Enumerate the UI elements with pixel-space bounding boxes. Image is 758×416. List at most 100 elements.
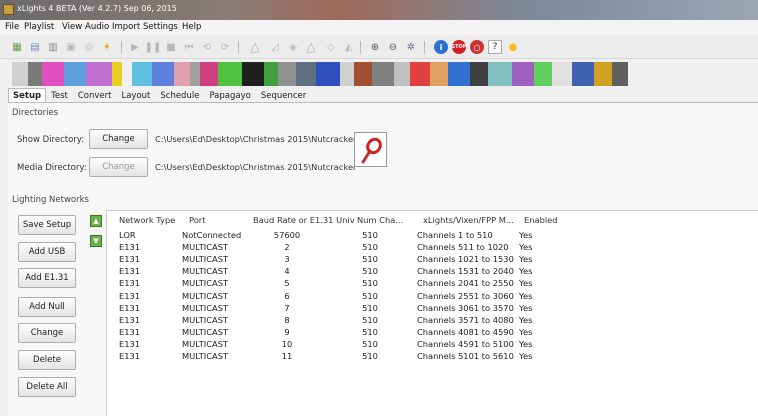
effect-swatch[interactable] bbox=[264, 62, 278, 86]
effect-swatch[interactable] bbox=[132, 62, 152, 86]
diamond-icon[interactable]: ◇ bbox=[324, 40, 338, 54]
effect-swatch[interactable] bbox=[512, 62, 534, 86]
settings-icon[interactable]: ✲ bbox=[404, 40, 418, 54]
effect-swatch[interactable] bbox=[28, 62, 42, 86]
effect-swatch[interactable] bbox=[354, 62, 372, 86]
tab-papagayo[interactable]: Papagayo bbox=[204, 88, 255, 103]
column-header-network-type[interactable]: Network Type bbox=[119, 215, 175, 225]
menu-help[interactable]: Help bbox=[182, 22, 201, 32]
tab-layout[interactable]: Layout bbox=[116, 88, 155, 103]
add-e131-button[interactable]: Add E1.31 bbox=[18, 268, 76, 288]
move-up-icon[interactable]: ▲ bbox=[90, 215, 102, 227]
column-header-mapping[interactable]: xLights/Vixen/FPP M... bbox=[423, 215, 514, 225]
effect-swatch[interactable] bbox=[278, 62, 296, 86]
repeat-icon[interactable]: ⟳ bbox=[218, 40, 232, 54]
zoom-out-icon[interactable]: ⊖ bbox=[386, 40, 400, 54]
change-media-directory-button[interactable]: Change bbox=[89, 157, 148, 177]
help-icon[interactable]: ? bbox=[488, 40, 502, 54]
tab-setup[interactable]: Setup bbox=[8, 88, 47, 103]
effect-swatch[interactable] bbox=[594, 62, 612, 86]
effect-swatch[interactable] bbox=[448, 62, 470, 86]
tab-convert[interactable]: Convert bbox=[73, 88, 117, 103]
pause-icon[interactable]: ❚❚ bbox=[145, 40, 162, 54]
fade-icon[interactable]: ◭ bbox=[342, 40, 356, 54]
table-row[interactable]: E131 MULTICAST 5 510 Channels 2041 to 2550 Ye… bbox=[107, 278, 747, 290]
triangle-outline-icon[interactable]: △ bbox=[304, 40, 318, 55]
table-row[interactable]: E131 MULTICAST 2 510 Channels 511 to 1020 Yes bbox=[107, 242, 747, 254]
table-row[interactable]: E131 MULTICAST 11 510 Channels 5101 to 5610 Y… bbox=[107, 351, 747, 363]
play-icon[interactable]: ▶ bbox=[128, 40, 142, 54]
render-icon[interactable]: ▣ bbox=[64, 40, 78, 54]
effect-swatch[interactable] bbox=[200, 62, 218, 86]
info-icon[interactable]: i bbox=[434, 40, 448, 54]
delete-all-networks-button[interactable]: Delete All bbox=[18, 377, 76, 397]
save-setup-button[interactable]: Save Setup bbox=[18, 215, 76, 235]
effect-swatch[interactable] bbox=[152, 62, 174, 86]
effect-swatch[interactable] bbox=[410, 62, 430, 86]
table-row[interactable]: LOR NotConnected 57600 510 Channels 1 to 510… bbox=[107, 230, 747, 242]
column-header-num-channels[interactable]: Num Cha... bbox=[357, 215, 403, 225]
effect-swatch[interactable] bbox=[42, 62, 64, 86]
delete-network-button[interactable]: Delete bbox=[18, 350, 76, 370]
bulb-icon[interactable]: ● bbox=[506, 40, 520, 54]
effect-swatch[interactable] bbox=[218, 62, 242, 86]
menu-file[interactable]: File bbox=[5, 22, 19, 32]
zoom-in-icon[interactable]: ⊕ bbox=[368, 40, 382, 54]
link-directories-button[interactable] bbox=[354, 132, 387, 167]
effect-swatch[interactable] bbox=[430, 62, 448, 86]
replay-icon[interactable]: ⟲ bbox=[200, 40, 214, 54]
stop-icon[interactable]: ■ bbox=[164, 40, 178, 54]
effect-swatch[interactable] bbox=[174, 62, 190, 86]
effect-swatch[interactable] bbox=[296, 62, 316, 86]
effect-swatch[interactable] bbox=[64, 62, 86, 86]
move-down-icon[interactable]: ▼ bbox=[90, 235, 102, 247]
effect-swatch[interactable] bbox=[340, 62, 354, 86]
effect-swatch[interactable] bbox=[112, 62, 122, 86]
effect-swatch[interactable] bbox=[470, 62, 488, 86]
effect-swatch[interactable] bbox=[488, 62, 512, 86]
effect-swatch[interactable] bbox=[534, 62, 552, 86]
lights-off-icon[interactable]: ○ bbox=[470, 40, 484, 54]
change-show-directory-button[interactable]: Change bbox=[89, 129, 148, 149]
menu-audio[interactable]: Audio bbox=[85, 22, 109, 32]
stop-sign-icon[interactable]: STOP bbox=[452, 40, 466, 54]
new-icon[interactable]: ▦ bbox=[10, 40, 24, 54]
effect-swatch[interactable] bbox=[612, 62, 628, 86]
open-icon[interactable]: ▥ bbox=[46, 40, 60, 54]
ramp-icon[interactable]: ◿ bbox=[268, 40, 282, 54]
cube-icon[interactable]: ◈ bbox=[286, 40, 300, 54]
menu-import[interactable]: Import bbox=[112, 22, 140, 32]
effect-swatch[interactable] bbox=[394, 62, 410, 86]
table-row[interactable]: E131 MULTICAST 3 510 Channels 1021 to 1530 Ye… bbox=[107, 254, 747, 266]
tab-test[interactable]: Test bbox=[46, 88, 73, 103]
add-usb-button[interactable]: Add USB bbox=[18, 242, 76, 262]
menu-view[interactable]: View bbox=[62, 22, 82, 32]
table-row[interactable]: E131 MULTICAST 4 510 Channels 1531 to 2040 Ye… bbox=[107, 266, 747, 278]
effect-swatch[interactable] bbox=[242, 62, 264, 86]
table-row[interactable]: E131 MULTICAST 10 510 Channels 4591 to 5100 Y… bbox=[107, 339, 747, 351]
effect-swatch[interactable] bbox=[316, 62, 340, 86]
effect-swatch[interactable] bbox=[552, 62, 572, 86]
effect-swatch[interactable] bbox=[12, 62, 28, 86]
table-row[interactable]: E131 MULTICAST 7 510 Channels 3061 to 3570 Ye… bbox=[107, 303, 747, 315]
menu-settings[interactable]: Settings bbox=[143, 22, 178, 32]
table-row[interactable]: E131 MULTICAST 9 510 Channels 4081 to 4590 Ye… bbox=[107, 327, 747, 339]
column-header-port[interactable]: Port bbox=[189, 215, 205, 225]
menu-playlist[interactable]: Playlist bbox=[24, 22, 54, 32]
first-frame-icon[interactable]: ⏮ bbox=[182, 40, 196, 54]
effect-swatch[interactable] bbox=[190, 62, 200, 86]
column-header-enabled[interactable]: Enabled bbox=[524, 215, 558, 225]
add-null-button[interactable]: Add Null bbox=[18, 297, 76, 317]
tab-sequencer[interactable]: Sequencer bbox=[256, 88, 311, 103]
table-row[interactable]: E131 MULTICAST 8 510 Channels 3571 to 4080 Ye… bbox=[107, 315, 747, 327]
undo-icon[interactable]: ◎ bbox=[82, 40, 96, 54]
save-icon[interactable]: ▤ bbox=[28, 40, 42, 54]
effect-swatch[interactable] bbox=[372, 62, 394, 86]
effect-swatch[interactable] bbox=[122, 62, 132, 86]
effect-swatch[interactable] bbox=[572, 62, 594, 86]
triangle-icon[interactable]: △ bbox=[248, 40, 262, 55]
change-network-button[interactable]: Change bbox=[18, 323, 76, 343]
column-header-baud-rate[interactable]: Baud Rate or E1.31 Univ bbox=[253, 215, 355, 225]
effect-swatch[interactable] bbox=[86, 62, 112, 86]
refresh-icon[interactable]: ✦ bbox=[100, 40, 114, 54]
